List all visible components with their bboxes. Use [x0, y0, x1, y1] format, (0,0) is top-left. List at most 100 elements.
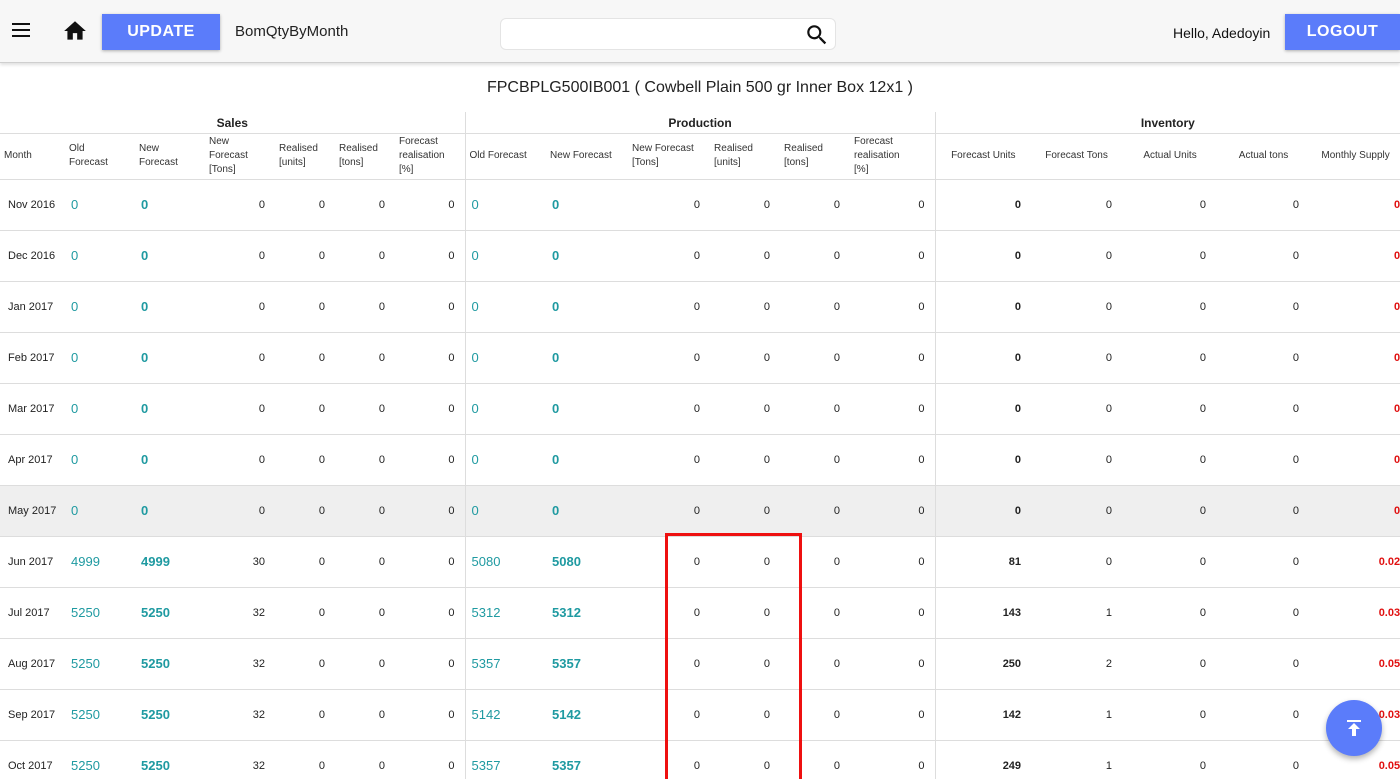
month-cell: Oct 2017 [0, 740, 65, 779]
sales-old-forecast-cell: 0 [65, 485, 135, 537]
sales-new-forecast-cell: 5250 [135, 740, 205, 779]
column-header[interactable]: New Forecast [Tons] [628, 133, 711, 180]
sales-forecast-realisation-cell: 0 [395, 638, 466, 690]
production-old-forecast-cell: 0 [465, 383, 547, 435]
sales-forecast-realisation-cell: 0 [395, 689, 466, 741]
production-forecast-realisation-cell: 0 [850, 587, 936, 639]
column-header[interactable]: New Forecast [546, 133, 629, 180]
column-header[interactable]: Forecast Tons [1029, 133, 1123, 180]
production-forecast-realisation-cell: 0 [850, 383, 936, 435]
table-row[interactable]: Mar 2017 0 0 0 0 0 0 0 0 0 0 0 0 0 0 0 0 0 [0, 383, 1400, 435]
production-old-forecast-cell: 5357 [465, 740, 547, 779]
column-header[interactable]: Month [0, 133, 65, 180]
sales-old-forecast-cell: 0 [65, 332, 135, 384]
table-row[interactable]: Oct 2017 5250 5250 32 0 0 0 5357 5357 0 0 0 0 249 1 0 0 0… [0, 740, 1400, 779]
production-new-forecast-cell: 0 [546, 434, 629, 486]
table-row[interactable]: Nov 2016 0 0 0 0 0 0 0 0 0 0 0 0 0 0 0 0 0 [0, 179, 1400, 231]
sales-forecast-realisation-cell: 0 [395, 332, 466, 384]
inventory-forecast-units-cell: 250 [935, 638, 1030, 690]
month-cell: Feb 2017 [0, 332, 65, 384]
inventory-forecast-units-cell: 0 [935, 332, 1030, 384]
column-header[interactable]: Old Forecast [65, 133, 135, 180]
column-header[interactable]: Realised [units] [275, 133, 335, 180]
sales-new-forecast-tons-cell: 0 [205, 332, 275, 384]
inventory-forecast-tons-cell: 1 [1029, 587, 1123, 639]
table-row[interactable]: May 2017 0 0 0 0 0 0 0 0 0 0 0 0 0 0 0 0 0 [0, 485, 1400, 537]
column-header[interactable]: Realised [units] [710, 133, 781, 180]
inventory-actual-units-cell: 0 [1122, 638, 1217, 690]
inventory-actual-units-cell: 0 [1122, 536, 1217, 588]
sales-realised-tons-cell: 0 [335, 179, 395, 231]
production-new-forecast-cell: 5357 [546, 638, 629, 690]
inventory-forecast-tons-cell: 1 [1029, 740, 1123, 779]
sales-new-forecast-tons-cell: 32 [205, 638, 275, 690]
inventory-forecast-units-cell: 81 [935, 536, 1030, 588]
inventory-actual-tons-cell: 0 [1216, 587, 1310, 639]
column-header[interactable]: New Forecast [Tons] [205, 133, 275, 180]
production-forecast-realisation-cell: 0 [850, 638, 936, 690]
inventory-monthly-supply-cell: 0 [1309, 434, 1400, 486]
menu-icon[interactable] [10, 20, 32, 42]
column-header[interactable]: Actual tons [1216, 133, 1310, 180]
production-old-forecast-cell: 0 [465, 281, 547, 333]
production-new-forecast-tons-cell: 0 [628, 485, 711, 537]
table-row[interactable]: Jun 2017 4999 4999 30 0 0 0 5080 5080 0 0 0 0 81 0 0 0 0.… [0, 536, 1400, 588]
column-header[interactable]: Forecast realisation [%] [395, 133, 466, 180]
sales-new-forecast-cell: 0 [135, 485, 205, 537]
table-row[interactable]: Dec 2016 0 0 0 0 0 0 0 0 0 0 0 0 0 0 0 0 0 [0, 230, 1400, 282]
inventory-monthly-supply-cell: 0.05 [1309, 638, 1400, 690]
update-button[interactable]: UPDATE [102, 14, 220, 50]
production-realised-units-cell: 0 [710, 740, 781, 779]
column-header[interactable]: Realised [tons] [335, 133, 395, 180]
inventory-actual-tons-cell: 0 [1216, 332, 1310, 384]
production-old-forecast-cell: 5080 [465, 536, 547, 588]
production-new-forecast-cell: 5357 [546, 740, 629, 779]
table-row[interactable]: Sep 2017 5250 5250 32 0 0 0 5142 5142 0 0 0 0 142 1 0 0 0… [0, 689, 1400, 741]
production-new-forecast-cell: 5080 [546, 536, 629, 588]
arrow-to-top-icon [1347, 720, 1361, 736]
production-new-forecast-tons-cell: 0 [628, 332, 711, 384]
page-name: BomQtyByMonth [235, 23, 349, 40]
logout-button[interactable]: LOGOUT [1285, 14, 1400, 50]
column-header[interactable]: New Forecast [135, 133, 205, 180]
column-header[interactable]: Forecast Units [935, 133, 1030, 180]
table-row[interactable]: Aug 2017 5250 5250 32 0 0 0 5357 5357 0 0 0 0 250 2 0 0 0… [0, 638, 1400, 690]
production-old-forecast-cell: 0 [465, 434, 547, 486]
sales-old-forecast-cell: 5250 [65, 740, 135, 779]
column-header[interactable]: Realised [tons] [780, 133, 851, 180]
user-greeting: Hello, Adedoyin [1173, 25, 1271, 41]
sales-realised-units-cell: 0 [275, 230, 335, 282]
table-row[interactable]: Jan 2017 0 0 0 0 0 0 0 0 0 0 0 0 0 0 0 0 0 [0, 281, 1400, 333]
inventory-actual-tons-cell: 0 [1216, 485, 1310, 537]
sales-new-forecast-cell: 5250 [135, 689, 205, 741]
production-new-forecast-tons-cell: 0 [628, 434, 711, 486]
sales-old-forecast-cell: 5250 [65, 638, 135, 690]
table-row[interactable]: Feb 2017 0 0 0 0 0 0 0 0 0 0 0 0 0 0 0 0 0 [0, 332, 1400, 384]
inventory-actual-units-cell: 0 [1122, 281, 1217, 333]
column-header[interactable]: Old Forecast [465, 133, 547, 180]
production-old-forecast-cell: 5312 [465, 587, 547, 639]
sales-old-forecast-cell: 0 [65, 281, 135, 333]
production-new-forecast-tons-cell: 0 [628, 689, 711, 741]
column-header[interactable]: Actual Units [1122, 133, 1217, 180]
sales-realised-tons-cell: 0 [335, 689, 395, 741]
table-row[interactable]: Jul 2017 5250 5250 32 0 0 0 5312 5312 0 0 0 0 143 1 0 0 0… [0, 587, 1400, 639]
sales-realised-units-cell: 0 [275, 587, 335, 639]
production-new-forecast-cell: 0 [546, 281, 629, 333]
table-row[interactable]: Apr 2017 0 0 0 0 0 0 0 0 0 0 0 0 0 0 0 0 0 [0, 434, 1400, 486]
production-realised-units-cell: 0 [710, 485, 781, 537]
home-icon[interactable] [62, 18, 88, 44]
month-cell: Apr 2017 [0, 434, 65, 486]
search-icon[interactable] [804, 22, 830, 48]
production-old-forecast-cell: 0 [465, 332, 547, 384]
search-input[interactable] [509, 23, 799, 47]
column-header[interactable]: Forecast realisation [%] [850, 133, 936, 180]
sales-new-forecast-tons-cell: 0 [205, 281, 275, 333]
scroll-to-top-button[interactable] [1326, 700, 1382, 756]
production-forecast-realisation-cell: 0 [850, 434, 936, 486]
sales-realised-units-cell: 0 [275, 179, 335, 231]
inventory-forecast-tons-cell: 0 [1029, 536, 1123, 588]
column-header[interactable]: Monthly Supply [1309, 133, 1400, 180]
production-forecast-realisation-cell: 0 [850, 230, 936, 282]
sales-old-forecast-cell: 4999 [65, 536, 135, 588]
